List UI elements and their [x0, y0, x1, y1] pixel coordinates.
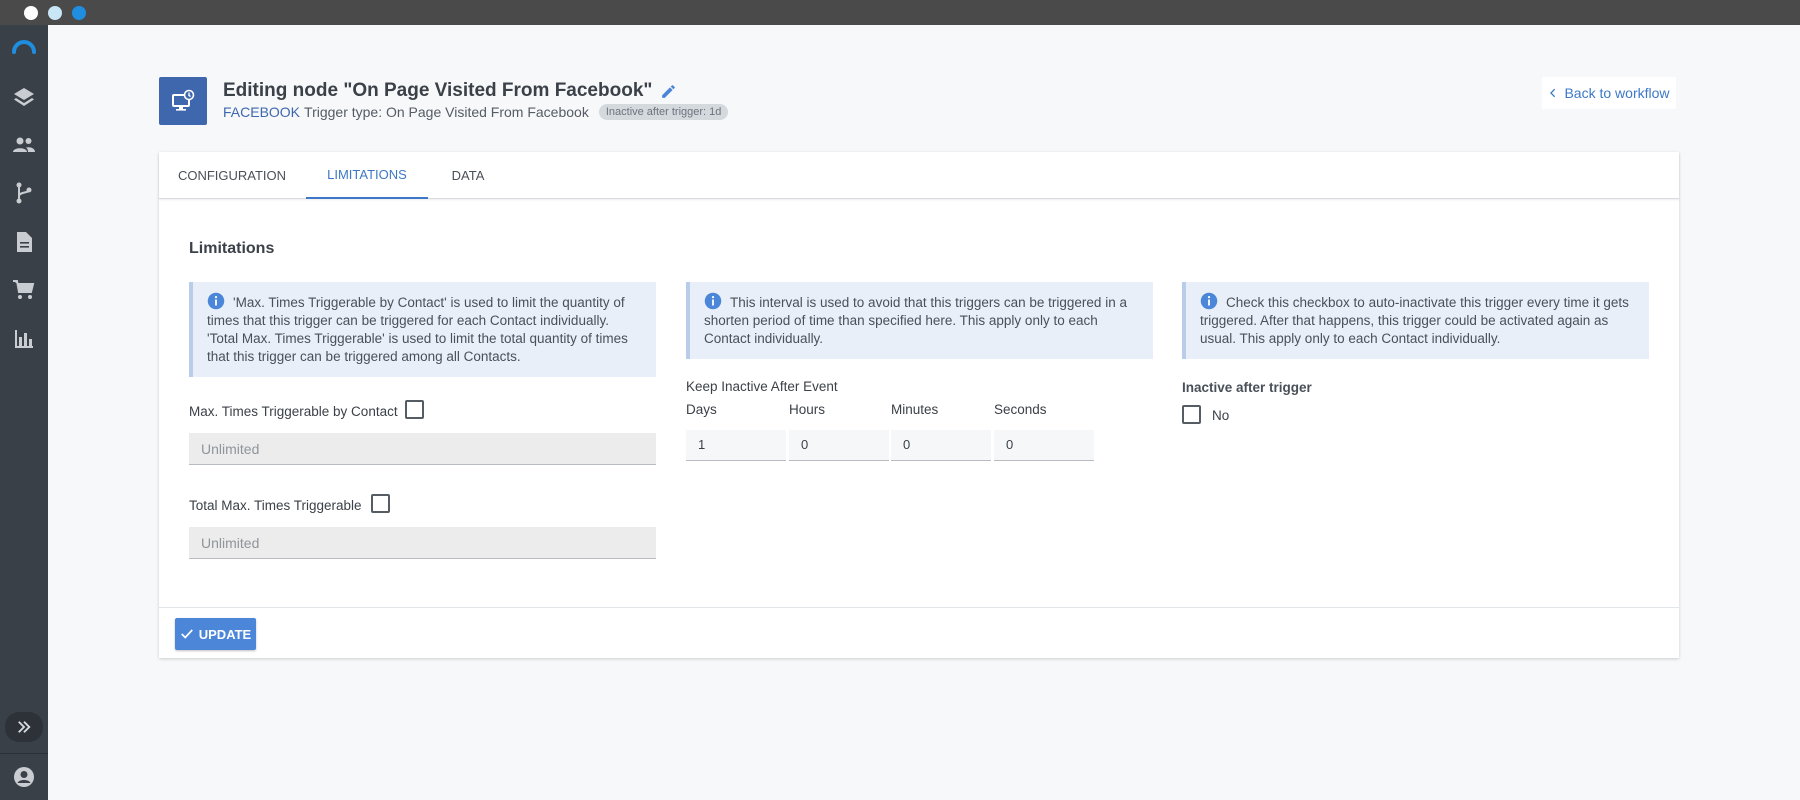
- sidebar-user-button[interactable]: [0, 753, 48, 800]
- layers-icon: [14, 88, 34, 106]
- node-subtitle: FACEBOOK Trigger type: On Page Visited F…: [223, 104, 729, 120]
- provider-label: FACEBOOK: [223, 104, 301, 120]
- cart-icon: [13, 280, 35, 299]
- chevron-left-icon: [1550, 88, 1556, 98]
- sidebar-expand-button[interactable]: [5, 712, 43, 742]
- info-text-max-times: 'Max. Times Triggerable by Contact' is u…: [207, 295, 628, 364]
- minutes-label: Minutes: [891, 402, 939, 417]
- window-close-dot[interactable]: [24, 6, 38, 20]
- info-box-auto-inactivate: Check this checkbox to auto-inactivate t…: [1182, 282, 1649, 359]
- info-icon: [704, 292, 722, 310]
- seconds-label: Seconds: [994, 402, 1047, 417]
- editor-card: CONFIGURATION LIMITATIONS DATA Limitatio…: [159, 152, 1679, 658]
- max-contact-input[interactable]: Unlimited: [189, 433, 656, 465]
- bar-chart-icon: [15, 330, 33, 348]
- page-title-row: Editing node "On Page Visited From Faceb…: [223, 80, 677, 102]
- tab-data[interactable]: DATA: [428, 152, 508, 199]
- total-max-checkbox[interactable]: [371, 494, 390, 513]
- sidebar-item-layers[interactable]: [0, 77, 48, 117]
- update-button-label: UPDATE: [198, 626, 252, 642]
- trigger-type-label: Trigger type: On Page Visited From Faceb…: [304, 104, 589, 120]
- inactive-after-trigger-checkbox[interactable]: [1182, 405, 1201, 424]
- back-to-workflow-label: Back to workflow: [1564, 85, 1670, 101]
- hours-input[interactable]: 0: [789, 430, 889, 461]
- window-titlebar: [0, 0, 1800, 25]
- inactive-after-trigger-label: Inactive after trigger: [1182, 380, 1312, 395]
- info-icon: [1200, 292, 1218, 310]
- info-text-auto-inactivate: Check this checkbox to auto-inactivate t…: [1200, 295, 1629, 346]
- branch-icon: [16, 182, 32, 204]
- update-button[interactable]: UPDATE: [175, 618, 256, 650]
- hours-label: Hours: [789, 402, 826, 417]
- sidebar-item-logo[interactable]: [0, 28, 48, 68]
- seconds-input[interactable]: 0: [994, 430, 1094, 461]
- info-icon: [207, 292, 225, 310]
- section-title: Limitations: [189, 240, 275, 257]
- max-contact-checkbox[interactable]: [405, 400, 424, 419]
- tab-configuration[interactable]: CONFIGURATION: [159, 152, 305, 199]
- total-max-label: Total Max. Times Triggerable: [189, 498, 362, 513]
- max-contact-label: Max. Times Triggerable by Contact: [189, 404, 398, 419]
- check-icon: [180, 629, 193, 639]
- sidebar-item-shop[interactable]: [0, 270, 48, 310]
- info-box-interval: This interval is used to avoid that this…: [686, 282, 1153, 359]
- sidebar-item-documents[interactable]: [0, 222, 48, 262]
- people-icon: [13, 137, 35, 152]
- sidebar: [0, 25, 48, 800]
- trigger-node-icon: [159, 77, 207, 125]
- sidebar-item-reports[interactable]: [0, 319, 48, 359]
- status-badge: Inactive after trigger: 1d: [598, 104, 729, 120]
- days-label: Days: [686, 402, 717, 417]
- page-title: Editing node "On Page Visited From Faceb…: [223, 80, 653, 101]
- document-icon: [17, 232, 32, 252]
- info-box-max-times: 'Max. Times Triggerable by Contact' is u…: [189, 282, 656, 377]
- days-input[interactable]: 1: [686, 430, 786, 461]
- double-chevron-right-icon: [18, 721, 31, 733]
- minutes-input[interactable]: 0: [891, 430, 991, 461]
- info-text-interval: This interval is used to avoid that this…: [704, 295, 1127, 346]
- logo-icon: [12, 40, 36, 54]
- tab-limitations[interactable]: LIMITATIONS: [306, 152, 428, 199]
- pencil-edit-icon[interactable]: [660, 83, 677, 100]
- window-minimize-dot[interactable]: [48, 6, 62, 20]
- card-footer: UPDATE: [159, 607, 1679, 658]
- back-to-workflow-button[interactable]: Back to workflow: [1542, 77, 1676, 109]
- tab-bar: CONFIGURATION LIMITATIONS DATA: [159, 152, 1679, 199]
- inactive-after-trigger-value: No: [1212, 408, 1230, 423]
- user-account-icon: [14, 767, 34, 787]
- window-maximize-dot[interactable]: [72, 6, 86, 20]
- total-max-input[interactable]: Unlimited: [189, 527, 656, 559]
- monitor-click-icon: [172, 89, 195, 111]
- keep-inactive-label: Keep Inactive After Event: [686, 379, 838, 394]
- sidebar-item-workflows[interactable]: [0, 173, 48, 213]
- sidebar-item-contacts[interactable]: [0, 125, 48, 165]
